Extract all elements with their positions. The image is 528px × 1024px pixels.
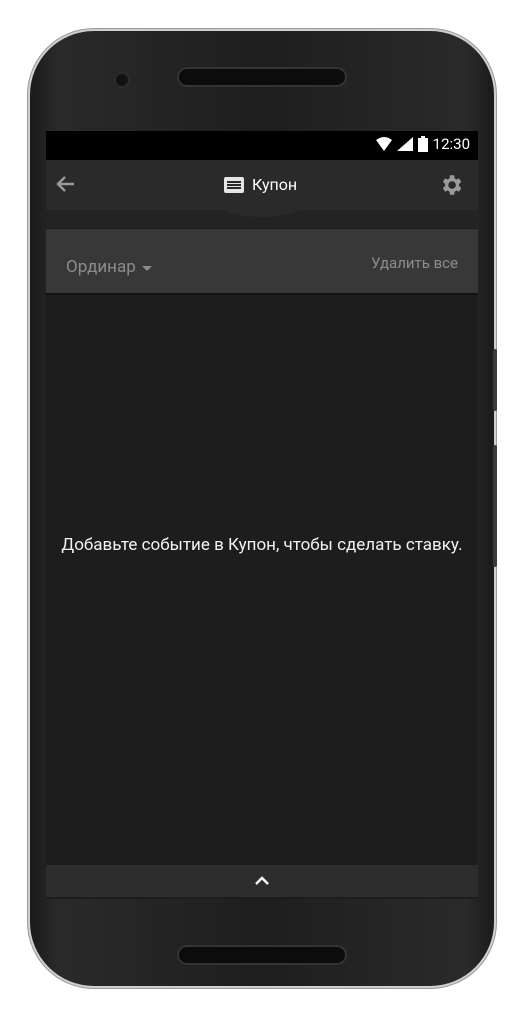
coupon-icon	[224, 176, 244, 193]
title-text: Купон	[252, 175, 298, 194]
front-camera	[116, 74, 128, 86]
bet-filter-bar: Ординар Удалить все	[46, 229, 478, 295]
back-arrow-icon[interactable]	[54, 172, 78, 196]
signal-icon	[396, 137, 413, 151]
power-button	[493, 445, 497, 567]
screen: 12:30 Купон Ординар Удалить все Добавьте…	[46, 131, 478, 899]
bottom-expand-bar[interactable]	[46, 865, 478, 897]
top-speaker	[177, 67, 347, 87]
bet-type-dropdown[interactable]: Ординар	[66, 257, 152, 277]
page-title: Купон	[224, 175, 297, 194]
chevron-up-icon[interactable]	[254, 873, 270, 889]
status-bar: 12:30	[46, 131, 478, 160]
volume-button	[493, 349, 497, 411]
caret-down-icon	[141, 266, 152, 271]
settings-gear-icon[interactable]	[438, 172, 464, 198]
bottom-speaker	[177, 945, 347, 965]
status-time: 12:30	[432, 135, 470, 153]
battery-icon	[417, 136, 428, 152]
bet-type-label: Ординар	[66, 257, 136, 277]
wifi-icon	[375, 137, 392, 151]
delete-all-button[interactable]: Удалить все	[371, 254, 458, 272]
empty-state-message: Добавьте событие в Купон, чтобы сделать …	[61, 535, 463, 555]
